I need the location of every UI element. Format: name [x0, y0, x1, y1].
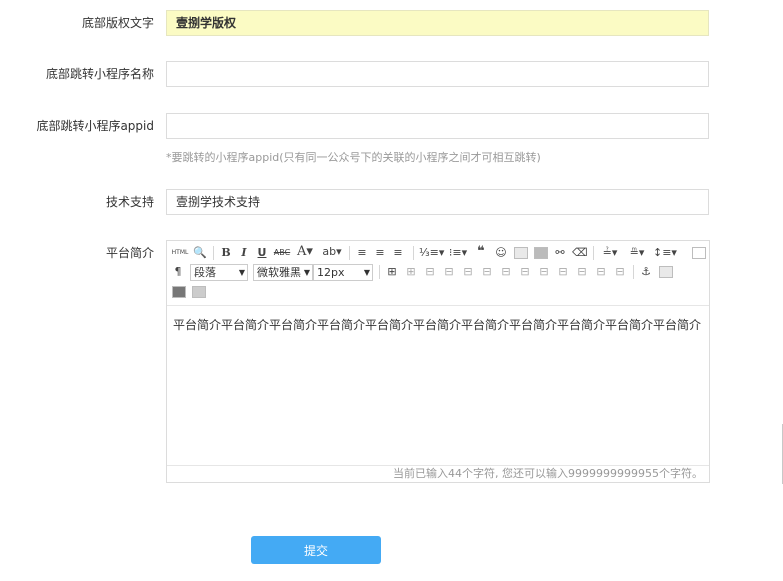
- link-icon[interactable]: ⚯: [553, 245, 567, 261]
- character-counter: 当前已输入44个字符, 您还可以输入9999999999955个字符。: [167, 465, 709, 482]
- align-center-icon[interactable]: ≡: [373, 245, 387, 261]
- tech-support-label: 技术支持: [105, 195, 154, 209]
- rich-text-editor: HTML 🔍 B I U ABC A▾ ab▾ ≡ ≡ ≡ ⅓≡▾ ⁝≡▾ ❝ …: [166, 240, 710, 483]
- appid-hint: *要跳转的小程序appid(只有同一公众号下的关联的小程序之间才可相互跳转): [166, 151, 541, 164]
- footer-copyright-label: 底部版权文字: [81, 16, 154, 30]
- insert-table-icon[interactable]: ⊞: [385, 264, 399, 280]
- align-left-icon[interactable]: ≡: [355, 245, 369, 261]
- font-family-select[interactable]: 微软雅黑 ▼: [253, 264, 313, 281]
- delete-row-icon[interactable]: ⊟: [461, 264, 475, 280]
- insert-paragraph-icon[interactable]: ⊟: [423, 264, 437, 280]
- delete-col-icon[interactable]: ⊟: [499, 264, 513, 280]
- paragraph-format-icon[interactable]: ¶: [171, 264, 185, 280]
- paste-plain-icon[interactable]: [191, 284, 206, 300]
- row-spacing-top-icon[interactable]: ≟▾: [599, 245, 621, 261]
- editor-toolbar: HTML 🔍 B I U ABC A▾ ab▾ ≡ ≡ ≡ ⅓≡▾ ⁝≡▾ ❝ …: [167, 241, 709, 306]
- split-cols-icon[interactable]: ⊟: [613, 264, 627, 280]
- preview-icon[interactable]: 🔍: [192, 245, 208, 261]
- eraser-icon[interactable]: ⌫: [572, 245, 588, 261]
- insert-col-icon[interactable]: ⊟: [480, 264, 494, 280]
- underline-icon[interactable]: U: [255, 245, 269, 261]
- footer-miniapp-name-input[interactable]: [166, 61, 709, 87]
- intro-label: 平台简介: [105, 246, 154, 260]
- editor-content[interactable]: 平台简介平台简介平台简介平台简介平台简介平台简介平台简介平台简介平台简介平台简介…: [173, 316, 703, 333]
- print-icon[interactable]: [171, 284, 186, 300]
- footer-copyright-input[interactable]: 壹捌学版权: [166, 10, 709, 36]
- fullscreen-icon[interactable]: [691, 245, 706, 261]
- align-right-icon[interactable]: ≡: [391, 245, 405, 261]
- unordered-list-icon[interactable]: ⁝≡▾: [447, 245, 469, 261]
- paragraph-select[interactable]: 段落 ▼: [190, 264, 248, 281]
- font-size-select[interactable]: 12px ▼: [313, 264, 373, 281]
- save-icon[interactable]: [533, 245, 548, 261]
- italic-icon[interactable]: I: [237, 245, 251, 261]
- footer-miniapp-name-label: 底部跳转小程序名称: [45, 67, 154, 81]
- tech-support-input[interactable]: 壹捌学技术支持: [166, 189, 709, 215]
- delete-table-icon[interactable]: ⊞: [404, 264, 418, 280]
- insert-row-icon[interactable]: ⊟: [442, 264, 456, 280]
- anchor-icon[interactable]: ⚓: [639, 264, 653, 280]
- footer-miniapp-appid-label: 底部跳转小程序appid: [36, 119, 154, 133]
- bold-icon[interactable]: B: [219, 245, 233, 261]
- line-height-icon[interactable]: ↕≡▾: [653, 245, 677, 261]
- html-source-icon[interactable]: HTML: [171, 245, 189, 261]
- strikethrough-icon[interactable]: ABC: [273, 245, 291, 261]
- footer-miniapp-appid-input[interactable]: [166, 113, 709, 139]
- split-rows-icon[interactable]: ⊟: [594, 264, 608, 280]
- blockquote-icon[interactable]: ❝: [474, 244, 488, 260]
- split-cells-icon[interactable]: ⊟: [575, 264, 589, 280]
- merge-cells-icon[interactable]: ⊟: [518, 264, 532, 280]
- merge-down-icon[interactable]: ⊟: [556, 264, 570, 280]
- image-icon[interactable]: [513, 245, 528, 261]
- submit-button[interactable]: 提交: [251, 536, 381, 564]
- merge-right-icon[interactable]: ⊟: [537, 264, 551, 280]
- font-color-icon[interactable]: A▾: [295, 244, 315, 260]
- row-spacing-bottom-icon[interactable]: ≞▾: [626, 245, 648, 261]
- insert-image-icon[interactable]: [658, 264, 673, 280]
- emoji-icon[interactable]: ☺: [494, 245, 508, 261]
- ordered-list-icon[interactable]: ⅓≡▾: [419, 245, 444, 261]
- highlight-color-icon[interactable]: ab▾: [321, 244, 343, 260]
